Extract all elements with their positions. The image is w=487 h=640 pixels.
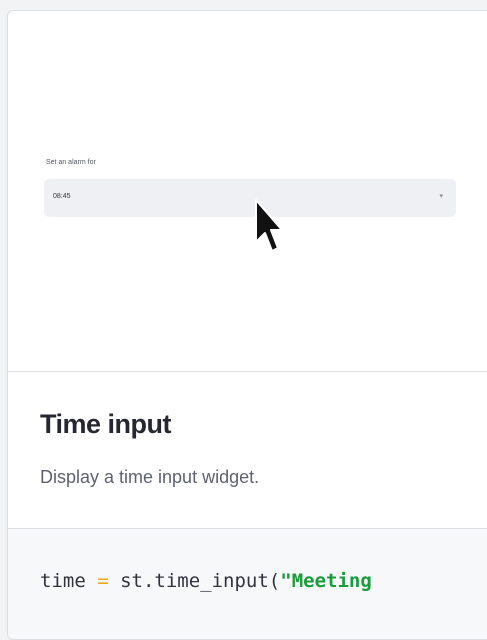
code-operator: = (85, 570, 121, 592)
code-snippet: time = st.time_input("Meeting (8, 529, 487, 639)
code-string: "Meeting (280, 570, 372, 592)
code-call: st.time_input( (120, 570, 281, 592)
chevron-down-icon[interactable]: ▾ (439, 192, 443, 200)
code-variable: time (40, 570, 86, 592)
card-description: Display a time input widget. (40, 467, 260, 487)
time-input-label: Set an alarm for (46, 159, 96, 166)
widget-preview: Set an alarm for 08:45 ▾ (8, 11, 487, 371)
widget-card[interactable]: Set an alarm for 08:45 ▾ Time input Disp… (7, 10, 487, 640)
code-line: time = st.time_input("Meeting (40, 570, 372, 592)
time-input-value: 08:45 (53, 193, 71, 200)
card-title: Time input (40, 409, 172, 439)
mouse-pointer-icon (255, 199, 282, 252)
divider (8, 371, 487, 372)
